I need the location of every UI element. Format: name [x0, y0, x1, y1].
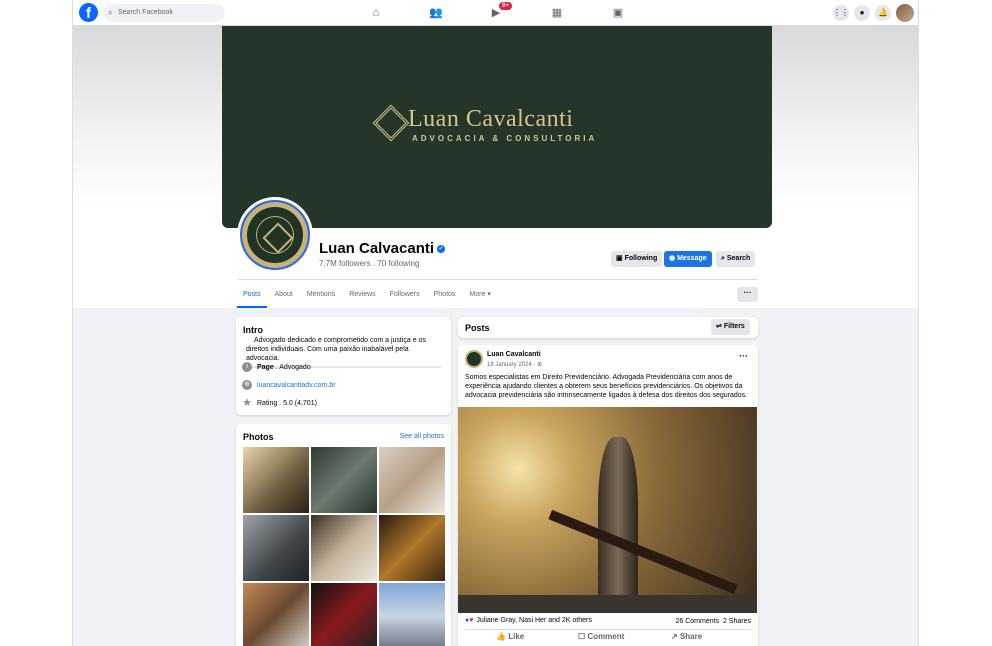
photo-thumbnail[interactable] — [311, 515, 377, 581]
intro-title: Intro — [243, 325, 263, 335]
like-button[interactable]: 👍 Like — [496, 632, 524, 642]
logo-knot-icon — [372, 104, 410, 142]
tab-reviews[interactable]: Reviews — [343, 284, 381, 308]
page-title: Luan Calvacanti ✓ — [319, 240, 446, 257]
messenger-icon[interactable]: ● — [854, 5, 870, 21]
tab-followers[interactable]: Followers — [384, 284, 426, 308]
profile-header: Luan Cavalcanti ADVOCACIA & CONSULTORIA … — [73, 26, 918, 308]
share-icon: ↗ — [671, 632, 678, 641]
divider — [237, 279, 758, 280]
post-author-avatar[interactable] — [465, 350, 483, 368]
search-button[interactable]: ⌕ Search — [716, 251, 756, 267]
globe-icon: ⊕ — [242, 380, 252, 390]
friends-icon[interactable]: 👥 — [429, 6, 443, 20]
rating-row: ★ Rating . 5.0 (4,701) — [242, 397, 317, 409]
following-button[interactable]: ▣ Following — [611, 251, 663, 267]
gaming-icon[interactable]: ▣ — [611, 6, 625, 20]
profile-picture[interactable] — [237, 197, 313, 273]
post-card: Luan Cavalcanti 18 January 2024 · ⊕ ··· … — [458, 345, 758, 646]
photos-title: Photos — [243, 432, 274, 442]
website-row: ⊕ luancavalcantiadv.com.br — [242, 380, 335, 390]
verified-badge-icon: ✓ — [437, 245, 446, 254]
photo-thumbnail[interactable] — [243, 447, 309, 513]
share-button[interactable]: ↗ Share — [671, 632, 702, 642]
page-category: i Page . Advogado — [242, 362, 311, 372]
search-input[interactable]: ⌕ Search Facebook — [103, 4, 225, 22]
tab-more[interactable]: More ▾ — [463, 284, 496, 308]
website-link[interactable]: luancavalcantiadv.com.br — [257, 382, 335, 389]
photo-thumbnail[interactable] — [379, 515, 445, 581]
posts-title: Posts — [465, 323, 490, 333]
tab-posts[interactable]: Posts — [237, 284, 267, 308]
photo-thumbnail[interactable] — [311, 583, 377, 646]
tab-about[interactable]: About — [269, 284, 299, 308]
message-button[interactable]: ◉ Message — [664, 251, 712, 267]
statue-figure — [598, 437, 638, 607]
shares-count[interactable]: 2 Shares — [723, 618, 751, 625]
photos-card: Photos See all photos — [236, 424, 451, 646]
engagement-counts: 26 Comments 2 Shares — [676, 618, 752, 625]
profile-name: Luan Calvacanti — [319, 240, 435, 257]
marketplace-icon[interactable]: ▦ — [550, 6, 564, 20]
reactions-summary[interactable]: ● ♥ Juliane Gray, Nasi Her and 2K others — [465, 617, 592, 624]
post-menu-button[interactable]: ··· — [739, 351, 748, 361]
user-avatar[interactable] — [896, 4, 914, 22]
photo-thumbnail[interactable] — [379, 447, 445, 513]
intro-card: Intro Advogado dedicado e comprometido c… — [236, 317, 451, 415]
tab-photos[interactable]: Photos — [428, 284, 462, 308]
search-icon: ⌕ — [108, 8, 113, 17]
facebook-logo[interactable]: f — [79, 3, 98, 22]
search-placeholder: Search Facebook — [118, 9, 173, 16]
post-image[interactable] — [458, 407, 757, 613]
globe-icon: ⊕ — [537, 362, 543, 368]
star-icon: ★ — [242, 397, 252, 409]
facebook-page: f ⌕ Search Facebook ⌂ 👥 ▶ 9+ ▦ ▣ ⋮⋮ ● 🔔 L… — [72, 0, 919, 646]
top-navigation-bar: f ⌕ Search Facebook ⌂ 👥 ▶ 9+ ▦ ▣ ⋮⋮ ● 🔔 — [73, 0, 918, 26]
menu-grid-icon[interactable]: ⋮⋮ — [833, 5, 849, 21]
home-icon[interactable]: ⌂ — [369, 6, 383, 20]
photo-thumbnail[interactable] — [243, 515, 309, 581]
comment-icon: ☐ — [578, 632, 586, 641]
comment-button[interactable]: ☐ Comment — [578, 632, 624, 642]
post-author[interactable]: Luan Cavalcanti — [487, 351, 541, 358]
photo-thumbnail[interactable] — [311, 447, 377, 513]
profile-tabs: Posts About Mentions Reviews Followers P… — [237, 284, 499, 308]
see-all-photos-link[interactable]: See all photos — [400, 433, 444, 440]
more-options-button[interactable]: ··· — [737, 287, 758, 302]
cover-subtitle: ADVOCACIA & CONSULTORIA — [412, 134, 598, 143]
info-icon: i — [242, 362, 252, 372]
filters-button[interactable]: ⇌ Filters — [711, 319, 750, 335]
love-reaction-icon: ♥ — [469, 617, 474, 624]
cover-title: Luan Cavalcanti — [408, 106, 574, 132]
posts-header-card: Posts ⇌ Filters — [458, 317, 758, 338]
notification-badge: 9+ — [499, 2, 512, 10]
post-text: Somos especialistas em Direito Previdenc… — [465, 374, 748, 399]
gavel — [548, 509, 738, 595]
post-date[interactable]: 18 January 2024 · ⊕ — [487, 361, 542, 368]
photo-thumbnail[interactable] — [379, 583, 445, 646]
divider — [465, 629, 751, 630]
comments-count[interactable]: 26 Comments — [676, 618, 720, 625]
thumbs-up-icon: 👍 — [496, 632, 506, 641]
tab-mentions[interactable]: Mentions — [301, 284, 341, 308]
bell-icon[interactable]: 🔔 — [875, 5, 891, 21]
cover-photo[interactable]: Luan Cavalcanti ADVOCACIA & CONSULTORIA — [222, 26, 772, 228]
photo-thumbnail[interactable] — [243, 583, 309, 646]
table — [458, 595, 757, 613]
follower-stats: 7.7M followers . 70 following — [319, 259, 420, 268]
